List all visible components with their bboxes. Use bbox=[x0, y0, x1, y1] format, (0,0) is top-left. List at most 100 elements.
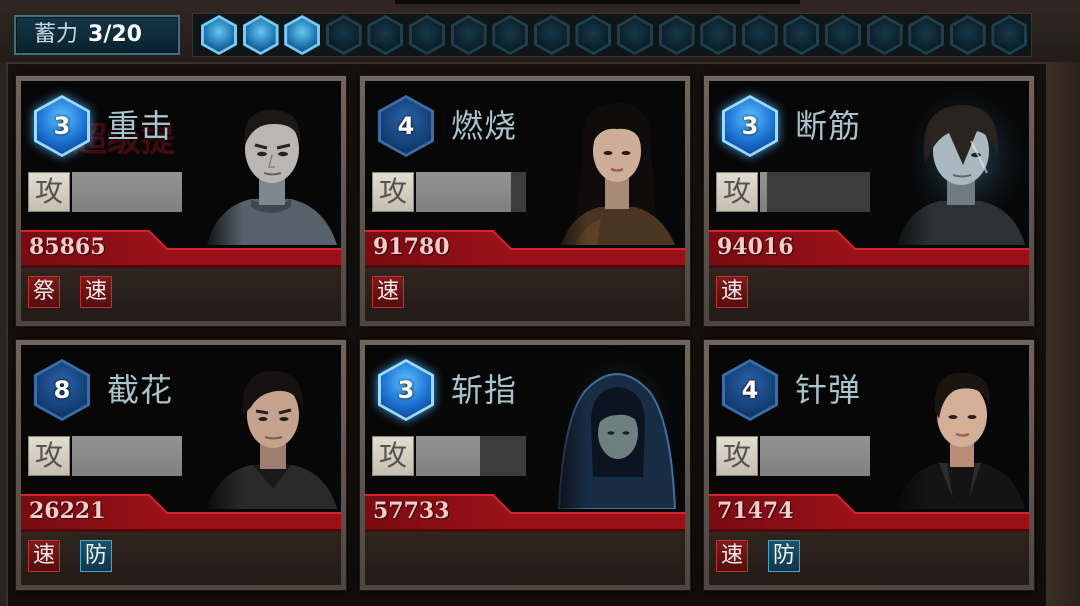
card-body: 8 截花 攻 26221 速 防 bbox=[21, 345, 341, 585]
skill-name: 燃烧 bbox=[451, 107, 518, 145]
attack-bar bbox=[72, 436, 182, 476]
cost-value: 8 bbox=[53, 376, 71, 404]
attack-bar-fill bbox=[416, 436, 480, 476]
charge-gem-icon bbox=[450, 15, 487, 55]
power-banner: 57733 bbox=[365, 494, 685, 532]
charge-gem-icon bbox=[949, 15, 986, 55]
skill-name: 断筋 bbox=[795, 107, 862, 145]
charge-gem-icon bbox=[533, 15, 570, 55]
skill-card[interactable]: 8 截花 攻 26221 速 防 bbox=[16, 340, 346, 590]
skill-tag: 速 bbox=[80, 276, 112, 308]
cost-hexagon-icon: 3 bbox=[378, 359, 434, 421]
cost-badge: 8 bbox=[34, 359, 90, 421]
cost-hexagon-icon: 4 bbox=[722, 359, 778, 421]
cost-badge: 3 bbox=[34, 95, 90, 157]
skill-name: 斩指 bbox=[451, 371, 518, 409]
charge-gem-icon bbox=[658, 15, 695, 55]
skill-tag: 速 bbox=[28, 540, 60, 572]
charge-gem-icon bbox=[575, 15, 612, 55]
skill-card[interactable]: 3 斩指 攻 57733 bbox=[360, 340, 690, 590]
power-value: 71474 bbox=[717, 498, 794, 524]
tag-row: 速 bbox=[709, 268, 1029, 321]
cost-badge: 3 bbox=[378, 359, 434, 421]
cost-badge: 4 bbox=[722, 359, 778, 421]
charge-gem-icon bbox=[908, 15, 945, 55]
cost-badge: 3 bbox=[722, 95, 778, 157]
cost-value: 4 bbox=[741, 376, 759, 404]
card-body: 4 燃烧 攻 91780 速 bbox=[365, 81, 685, 321]
attack-bar bbox=[416, 172, 526, 212]
skill-card[interactable]: 4 针弹 攻 71474 速 防 bbox=[704, 340, 1034, 590]
charge-counter: 蓄力 3/20 bbox=[14, 15, 180, 55]
attack-bar bbox=[416, 436, 526, 476]
power-value: 94016 bbox=[717, 234, 794, 260]
character-portrait bbox=[889, 349, 1029, 509]
side-frame bbox=[1046, 62, 1080, 606]
charge-gem-icon bbox=[201, 15, 237, 55]
skill-card[interactable]: 4 燃烧 攻 91780 速 bbox=[360, 76, 690, 326]
charge-gem-icon bbox=[700, 15, 737, 55]
skill-tag: 防 bbox=[768, 540, 800, 572]
charge-value: 3/20 bbox=[88, 22, 142, 47]
attack-type-icon: 攻 bbox=[28, 436, 70, 476]
card-body: 3 断筋 攻 94016 速 bbox=[709, 81, 1029, 321]
card-body: 3 斩指 攻 57733 bbox=[365, 345, 685, 585]
skill-name: 针弹 bbox=[795, 371, 862, 409]
attack-bar bbox=[72, 172, 182, 212]
tag-row bbox=[365, 532, 685, 585]
power-value: 26221 bbox=[29, 498, 106, 524]
cost-badge: 4 bbox=[378, 95, 434, 157]
skill-tag: 祭 bbox=[28, 276, 60, 308]
skill-tag: 速 bbox=[716, 276, 748, 308]
attack-bar bbox=[760, 436, 870, 476]
cost-hexagon-icon: 8 bbox=[34, 359, 90, 421]
power-banner: 94016 bbox=[709, 230, 1029, 268]
tag-row: 速 bbox=[365, 268, 685, 321]
charge-gem-icon bbox=[367, 15, 404, 55]
tag-row: 速 防 bbox=[21, 532, 341, 585]
attack-bar-fill bbox=[760, 436, 870, 476]
attack-bar-fill bbox=[760, 172, 767, 212]
attack-bar-fill bbox=[72, 436, 182, 476]
skill-card[interactable]: 3 断筋 攻 94016 速 bbox=[704, 76, 1034, 326]
power-banner: 26221 bbox=[21, 494, 341, 532]
character-portrait bbox=[889, 85, 1029, 245]
cost-value: 3 bbox=[397, 376, 415, 404]
charge-gem-icon bbox=[325, 15, 362, 55]
charge-gem-icon bbox=[741, 15, 778, 55]
power-banner: 91780 bbox=[365, 230, 685, 268]
cost-hexagon-icon: 3 bbox=[34, 95, 90, 157]
skill-name: 重击 bbox=[107, 107, 174, 145]
cost-value: 3 bbox=[53, 112, 71, 140]
tag-row: 速 防 bbox=[709, 532, 1029, 585]
power-banner: 71474 bbox=[709, 494, 1029, 532]
skill-tag: 速 bbox=[716, 540, 748, 572]
charge-gem-icon bbox=[991, 15, 1028, 55]
attack-type-icon: 攻 bbox=[372, 172, 414, 212]
skill-card[interactable]: 超级提 3 重击 攻 85865 祭 速 bbox=[16, 76, 346, 326]
charge-gem-icon bbox=[242, 15, 279, 55]
attack-bar bbox=[760, 172, 870, 212]
charge-label: 蓄力 bbox=[34, 22, 79, 47]
charge-gem-icon bbox=[617, 15, 653, 55]
skill-tag: 防 bbox=[80, 540, 112, 572]
character-portrait bbox=[201, 349, 341, 509]
attack-type-icon: 攻 bbox=[28, 172, 70, 212]
attack-bar-fill bbox=[416, 172, 511, 212]
character-portrait bbox=[545, 85, 685, 245]
cost-value: 4 bbox=[397, 112, 415, 140]
character-portrait bbox=[201, 85, 341, 245]
charge-gem-icon bbox=[409, 15, 445, 55]
charge-gem-icon bbox=[866, 15, 903, 55]
charge-gem-icon bbox=[492, 15, 529, 55]
skill-name: 截花 bbox=[107, 371, 174, 409]
card-body: 4 针弹 攻 71474 速 防 bbox=[709, 345, 1029, 585]
attack-type-icon: 攻 bbox=[716, 436, 758, 476]
top-notch bbox=[395, 0, 800, 4]
attack-type-icon: 攻 bbox=[716, 172, 758, 212]
character-portrait bbox=[545, 349, 685, 509]
power-value: 57733 bbox=[373, 498, 450, 524]
attack-type-icon: 攻 bbox=[372, 436, 414, 476]
cost-hexagon-icon: 3 bbox=[722, 95, 778, 157]
power-value: 85865 bbox=[29, 234, 106, 260]
